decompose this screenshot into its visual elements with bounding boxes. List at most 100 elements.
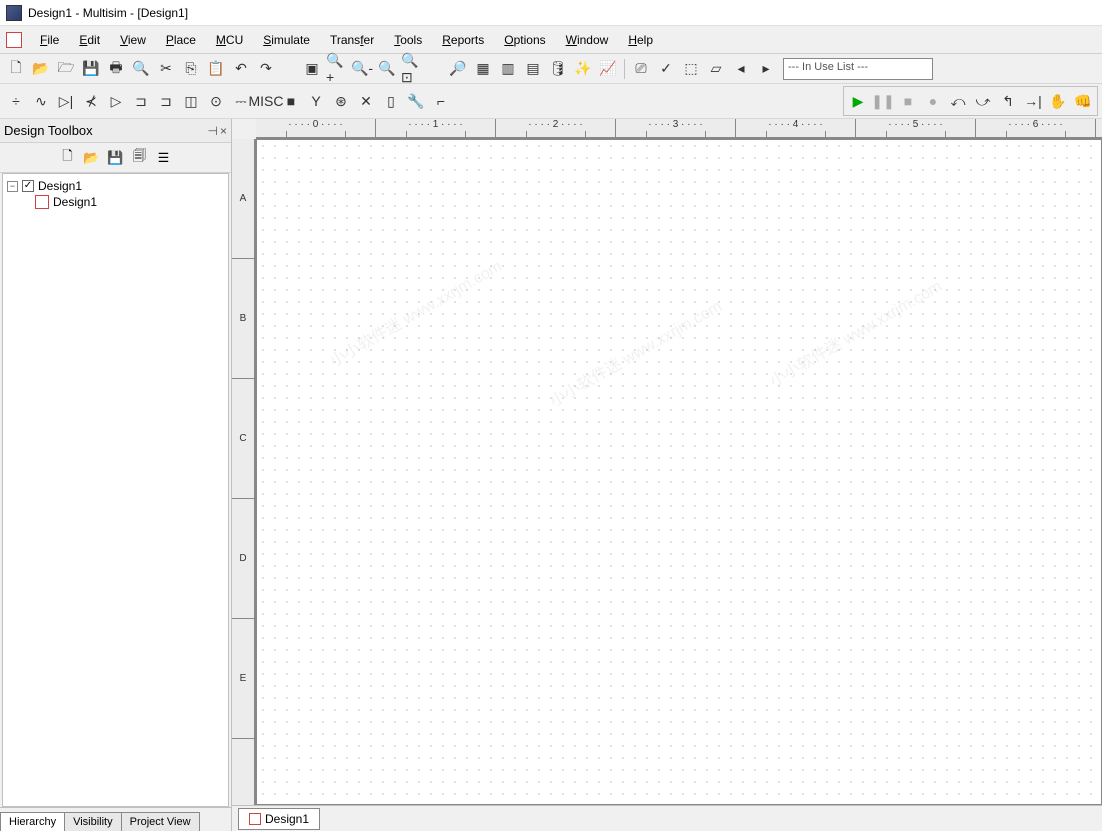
document-icon[interactable] (6, 32, 22, 48)
transistor-icon[interactable]: ⊀ (79, 89, 103, 113)
zoom-area-icon[interactable]: 🔍 (375, 57, 399, 81)
step-into-icon[interactable]: ⤻ (971, 89, 995, 113)
pause-icon[interactable]: ❚❚ (871, 89, 895, 113)
ruler-v-tick: D (232, 499, 254, 619)
design-toolbox-title: Design Toolbox (4, 123, 93, 138)
grapher-icon[interactable]: ▥ (496, 57, 520, 81)
record-icon[interactable]: ● (921, 89, 945, 113)
mcu-icon[interactable]: ▯ (379, 89, 403, 113)
open-icon[interactable]: 📂 (29, 57, 53, 81)
pin-icon[interactable]: ⊣ (208, 124, 218, 138)
misc-icon[interactable]: ▱ (704, 57, 728, 81)
netlist-icon[interactable]: ⎚ (629, 57, 653, 81)
connector-icon[interactable]: ✕ (354, 89, 378, 113)
open-icon[interactable]: 📂 (82, 148, 102, 168)
back-annotate-icon[interactable]: ◂ (729, 57, 753, 81)
drc-icon[interactable]: ✓ (654, 57, 678, 81)
undo-icon[interactable]: ↶ (229, 57, 253, 81)
expand-icon[interactable]: − (7, 181, 18, 192)
new-icon[interactable]: 🗋 (4, 57, 28, 81)
canvas-tab-label: Design1 (265, 812, 309, 826)
forward-annotate-icon[interactable]: ▸ (754, 57, 778, 81)
menu-edit[interactable]: Edit (69, 29, 110, 51)
rf-icon[interactable]: Y (304, 89, 328, 113)
run-icon[interactable]: ▶ (846, 89, 870, 113)
design-tree[interactable]: − ✓ Design1 Design1 (2, 173, 229, 807)
in-use-list-dropdown[interactable]: --- In Use List --- (783, 58, 933, 80)
zoom-fit-icon[interactable]: 🔍⊡ (400, 57, 424, 81)
menu-tools[interactable]: Tools (384, 29, 432, 51)
menu-transfer[interactable]: Transfer (320, 29, 384, 51)
full-screen-icon[interactable]: ▣ (300, 57, 324, 81)
cut-icon[interactable]: ✂ (154, 57, 178, 81)
menu-view[interactable]: View (110, 29, 156, 51)
zoom-in-icon[interactable]: 🔍+ (325, 57, 349, 81)
menu-options[interactable]: Options (494, 29, 555, 51)
new-page-icon[interactable]: 🗋 (58, 148, 78, 168)
redo-icon[interactable]: ↷ (254, 57, 278, 81)
tree-child-row[interactable]: Design1 (7, 194, 224, 210)
diode-icon[interactable]: ▷| (54, 89, 78, 113)
cmos-icon[interactable]: ⊐ (154, 89, 178, 113)
analyses-icon[interactable]: 📈 (596, 57, 620, 81)
menu-window[interactable]: Window (556, 29, 619, 51)
tree-root-label: Design1 (38, 179, 82, 193)
menu-help[interactable]: Help (618, 29, 663, 51)
bus-icon[interactable]: ⌐ (429, 89, 453, 113)
step-over-icon[interactable]: ↰ (996, 89, 1020, 113)
step-out-icon[interactable]: →| (1021, 89, 1045, 113)
ruler-vertical: ABCDE (232, 139, 256, 805)
sidebar-tab-visibility[interactable]: Visibility (64, 812, 122, 831)
menu-simulate[interactable]: Simulate (253, 29, 320, 51)
spreadsheet-icon[interactable]: ▦ (471, 57, 495, 81)
canvas-area[interactable]: · · · · 0 · · · ·· · · · 1 · · · ·· · · … (232, 119, 1102, 805)
capture-area-icon[interactable]: ⬚ (679, 57, 703, 81)
ttl-icon[interactable]: ⊐ (129, 89, 153, 113)
hand-icon[interactable]: ✋ (1046, 89, 1070, 113)
save-icon[interactable]: 💾 (79, 57, 103, 81)
rename-icon[interactable]: 🗐 (130, 148, 150, 168)
properties-icon[interactable]: ☰ (154, 148, 174, 168)
close-icon[interactable]: × (220, 124, 227, 138)
stop-icon[interactable]: ■ (896, 89, 920, 113)
ruler-v-tick: B (232, 259, 254, 379)
copy-icon[interactable]: ⎘ (179, 57, 203, 81)
menu-file[interactable]: File (30, 29, 69, 51)
schematic-icon (35, 195, 49, 209)
canvas-tab-design1[interactable]: Design1 (238, 808, 320, 830)
menu-reports[interactable]: Reports (432, 29, 494, 51)
checkbox-icon[interactable]: ✓ (22, 180, 34, 192)
grab-icon[interactable]: 👊 (1071, 89, 1095, 113)
misc-icon[interactable]: MISC (254, 89, 278, 113)
main-area: Design Toolbox ⊣ × 🗋📂💾🗐☰ − ✓ Design1 Des… (0, 119, 1102, 831)
step-back-icon[interactable]: ⤺ (946, 89, 970, 113)
save-icon[interactable]: 💾 (106, 148, 126, 168)
menu-mcu[interactable]: MCU (206, 29, 253, 51)
simulation-toolbar: ▶❚❚■●⤺⤻↰→|✋👊 (843, 86, 1098, 116)
sidebar-tab-project-view[interactable]: Project View (121, 812, 200, 831)
find-icon[interactable]: 🔎 (446, 57, 470, 81)
indicator-icon[interactable]: ⊙ (204, 89, 228, 113)
advanced-icon[interactable]: ■ (279, 89, 303, 113)
menu-place[interactable]: Place (156, 29, 206, 51)
print-icon[interactable]: 🖶 (104, 57, 128, 81)
analog-icon[interactable]: ▷ (104, 89, 128, 113)
electromech-icon[interactable]: ⊛ (329, 89, 353, 113)
sidebar-tab-hierarchy[interactable]: Hierarchy (0, 812, 65, 831)
open-sample-icon[interactable]: 🗁 (54, 57, 78, 81)
component-wizard-icon[interactable]: ✨ (571, 57, 595, 81)
postprocessor-icon[interactable]: ▤ (521, 57, 545, 81)
tree-root-row[interactable]: − ✓ Design1 (7, 178, 224, 194)
print-preview-icon[interactable]: 🔍 (129, 57, 153, 81)
source-icon[interactable]: ÷ (4, 89, 28, 113)
db-manager-icon[interactable]: 🛢 (546, 57, 570, 81)
misc-digital-icon[interactable]: ◫ (179, 89, 203, 113)
zoom-out-icon[interactable]: 🔍- (350, 57, 374, 81)
hierarchy-icon[interactable]: 🔧 (404, 89, 428, 113)
design-toolbox-panel: Design Toolbox ⊣ × 🗋📂💾🗐☰ − ✓ Design1 Des… (0, 119, 232, 831)
schematic-canvas[interactable]: 小小软件迷 www.xxrjm.com 小小软件迷 www.xxrjm.com … (256, 139, 1102, 805)
ruler-h-tick: · · · · 3 · · · · (616, 119, 736, 137)
basic-icon[interactable]: ∿ (29, 89, 53, 113)
paste-icon[interactable]: 📋 (204, 57, 228, 81)
ruler-h-tick: · · · · 6 · · · · (976, 119, 1096, 137)
